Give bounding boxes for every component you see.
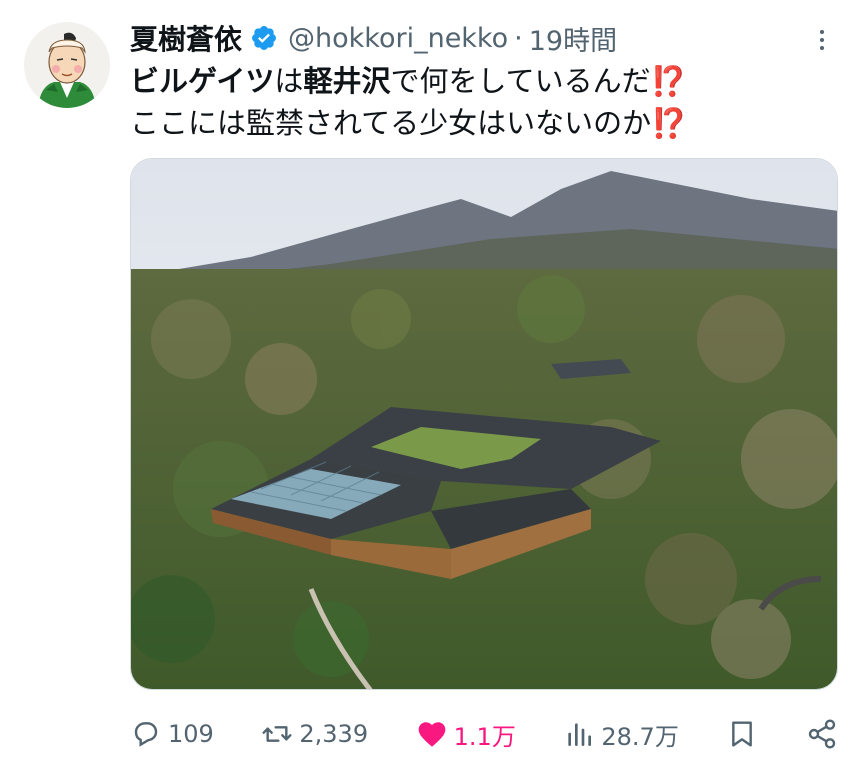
text-particle: は — [274, 64, 304, 98]
bold-text-bill-gates: ビルゲイツ — [130, 64, 275, 98]
heart-icon — [418, 722, 445, 747]
tweet-text: ビルゲイツは軽井沢で何をしているんだ⁉️ ここには監禁されてる少女はいないのか⁉… — [130, 60, 830, 144]
reply-button[interactable]: 109 — [130, 718, 214, 750]
views-button[interactable]: 28.7万 — [563, 717, 679, 752]
retweet-icon — [262, 726, 292, 742]
timestamp[interactable]: 19時間 — [529, 19, 617, 58]
reply-count: 109 — [168, 720, 214, 748]
samurai-avatar-icon — [24, 22, 110, 108]
tweet-photo[interactable] — [130, 158, 838, 690]
aerial-photo-illustration — [131, 159, 837, 689]
interrobang-emoji-icon: ⁉️ — [650, 64, 687, 98]
share-button[interactable] — [806, 718, 838, 750]
user-handle[interactable]: @hokkori_nekko — [288, 23, 508, 54]
retweet-count: 2,339 — [299, 720, 369, 748]
separator-dot: · — [514, 22, 523, 54]
tweet-header: 夏樹蒼依 @hokkori_nekko · 19時間 — [130, 18, 617, 58]
display-name[interactable]: 夏樹蒼依 — [130, 18, 242, 58]
tweet-line-1: ビルゲイツは軽井沢で何をしているんだ⁉️ — [130, 60, 830, 102]
retweet-button[interactable]: 2,339 — [261, 718, 368, 750]
text-line1-rest: で何をしているんだ — [390, 64, 651, 98]
like-count: 1.1万 — [453, 722, 516, 751]
avatar[interactable] — [24, 22, 110, 108]
like-button[interactable]: 1.1万 — [416, 717, 516, 752]
tweet-line-2: ここには監禁されてる少女はいないのか⁉️ — [130, 102, 830, 144]
views-icon — [568, 723, 592, 746]
share-icon — [808, 719, 836, 749]
text-line2: ここには監禁されてる少女はいないのか — [130, 106, 652, 140]
action-bar: 109 2,339 1.1万 28.7万 — [130, 708, 838, 760]
bookmark-icon — [732, 721, 753, 747]
views-count: 28.7万 — [601, 722, 679, 751]
verified-badge-icon — [252, 26, 276, 50]
more-options-icon[interactable] — [808, 22, 836, 58]
bookmark-button[interactable] — [726, 718, 758, 750]
reply-icon — [134, 722, 158, 747]
bold-text-karuizawa: 軽井沢 — [303, 64, 391, 98]
interrobang-emoji-icon: ⁉️ — [651, 106, 688, 140]
